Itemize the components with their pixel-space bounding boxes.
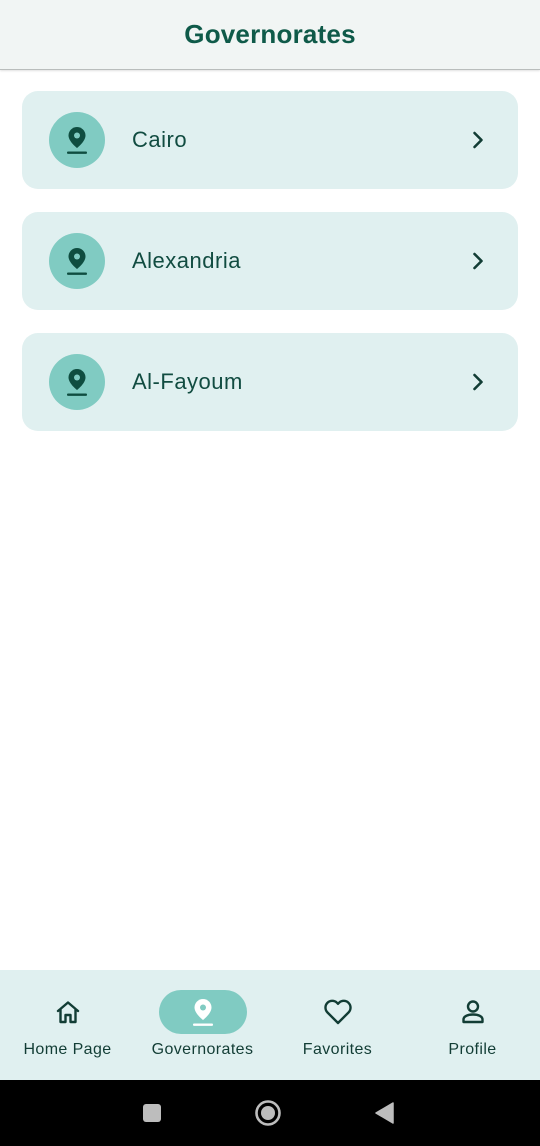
nav-item-favorites[interactable]: Favorites [270, 970, 405, 1080]
location-pin-icon [158, 990, 247, 1034]
nav-label: Profile [448, 1041, 497, 1058]
chevron-right-icon [468, 251, 488, 271]
nav-label: Governorates [151, 1041, 254, 1058]
location-pin-icon [49, 233, 105, 289]
system-navigation-bar [0, 1080, 540, 1146]
circle-icon [255, 1100, 281, 1126]
home-icon [40, 990, 96, 1034]
nav-label: Home Page [23, 1041, 112, 1058]
chevron-right-icon [468, 372, 488, 392]
governorate-item-cairo[interactable]: Cairo [22, 91, 518, 189]
nav-item-profile[interactable]: Profile [405, 970, 540, 1080]
nav-label: Favorites [302, 1041, 373, 1058]
back-triangle-icon [375, 1102, 394, 1124]
home-button[interactable] [248, 1080, 288, 1146]
nav-item-governorates[interactable]: Governorates [135, 970, 270, 1080]
nav-item-home-page[interactable]: Home Page [0, 970, 135, 1080]
page-title: Governorates [184, 19, 356, 49]
recents-button[interactable] [132, 1080, 172, 1146]
square-icon [143, 1104, 161, 1122]
app-bar: Governorates [0, 0, 540, 70]
chevron-right-icon [468, 130, 488, 150]
person-icon [445, 990, 501, 1034]
bottom-navigation-bar: Home Page Governorates Favorites Profile [0, 970, 540, 1080]
governorate-list: Cairo Alexandria Al-Fayoum [22, 91, 518, 454]
governorate-name: Al-Fayoum [132, 369, 243, 394]
governorate-item-alexandria[interactable]: Alexandria [22, 212, 518, 310]
governorate-item-al-fayoum[interactable]: Al-Fayoum [22, 333, 518, 431]
back-button[interactable] [364, 1080, 404, 1146]
governorate-name: Cairo [132, 127, 188, 152]
heart-icon [310, 990, 366, 1034]
governorate-name: Alexandria [132, 248, 241, 273]
location-pin-icon [49, 112, 105, 168]
location-pin-icon [49, 354, 105, 410]
